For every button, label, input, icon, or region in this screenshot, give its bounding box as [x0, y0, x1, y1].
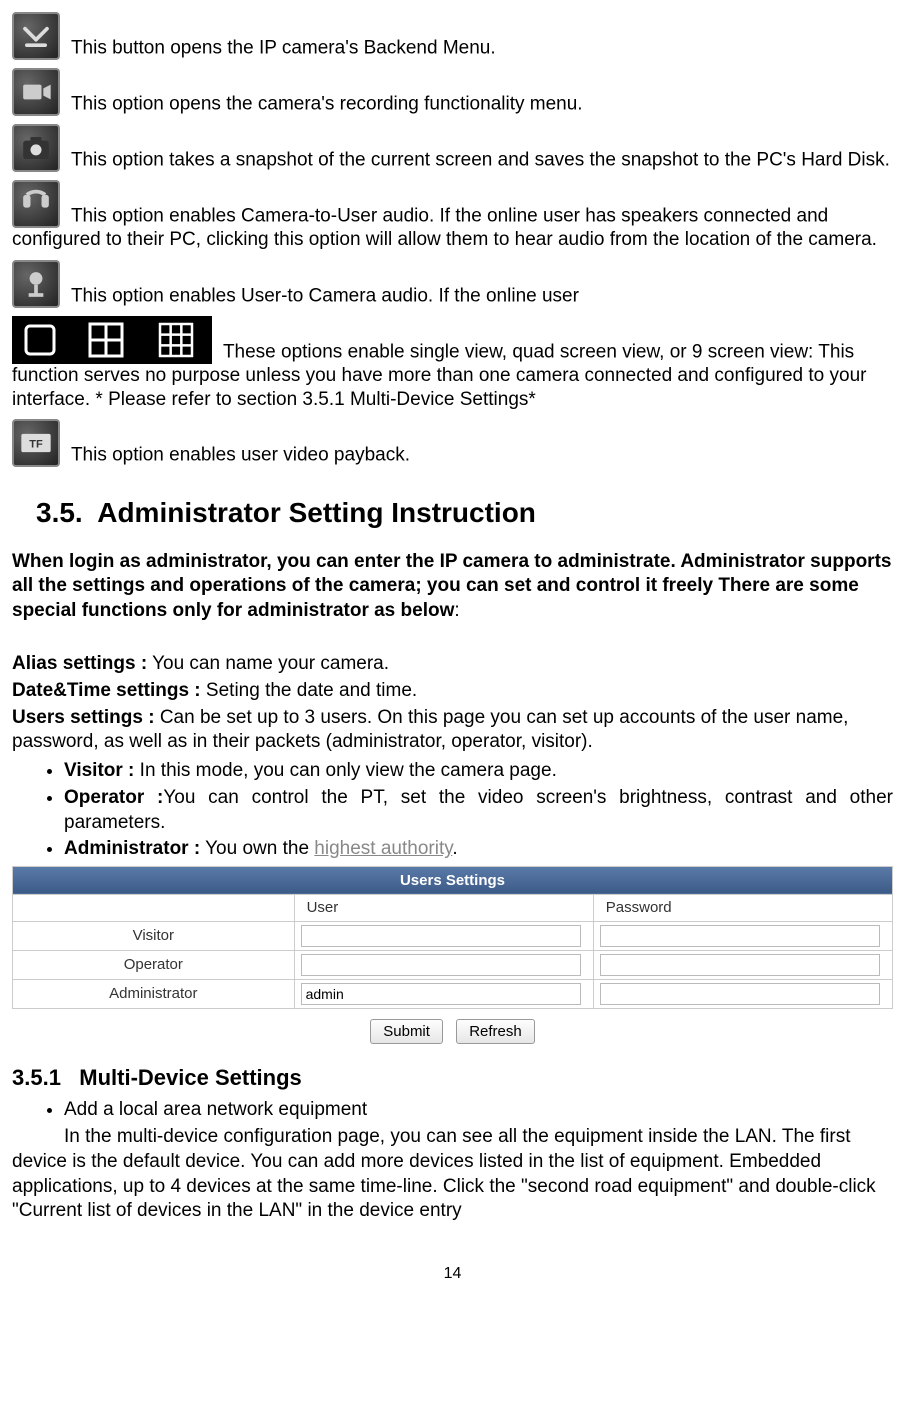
alias-label: Alias settings : — [12, 653, 147, 674]
svg-text:TF: TF — [29, 439, 43, 451]
audio-cam2user-icon — [12, 180, 60, 228]
page-number: 14 — [12, 1264, 893, 1285]
backend-menu-icon — [12, 12, 60, 60]
multi-device-body: In the multi-device configuration page, … — [12, 1125, 893, 1224]
admin-text: You own the — [200, 838, 314, 859]
refresh-button[interactable]: Refresh — [456, 1019, 535, 1044]
operator-password-input[interactable] — [600, 954, 880, 976]
section-number: 3.5. — [36, 497, 83, 528]
video-payback-icon: TF — [12, 419, 60, 467]
role-cell: Visitor — [13, 921, 295, 950]
operator-text: You can control the PT, set the video sc… — [64, 787, 893, 833]
subsection-list: Add a local area network equipment — [12, 1098, 893, 1123]
visitor-label: Visitor : — [64, 760, 134, 781]
admin-label: Administrator : — [64, 838, 200, 859]
section-title: Administrator Setting Instruction — [97, 497, 536, 528]
operator-user-input[interactable] — [301, 954, 581, 976]
admin-highest-authority: highest authority — [314, 838, 452, 859]
col-user: User — [294, 895, 593, 922]
video-payback-text: This option enables user video payback. — [71, 445, 410, 466]
role-cell: Administrator — [13, 979, 295, 1008]
users-settings-table: Users Settings User Password Visitor Ope… — [12, 866, 893, 1044]
operator-label: Operator : — [64, 787, 163, 808]
roles-list: Visitor : In this mode, you can only vie… — [12, 759, 893, 862]
recording-icon — [12, 68, 60, 116]
section-heading: 3.5. Administrator Setting Instruction — [36, 495, 893, 531]
table-row: Administrator — [13, 979, 893, 1008]
visitor-user-input[interactable] — [301, 925, 581, 947]
list-item: Add a local area network equipment — [64, 1098, 893, 1123]
subsection-heading: 3.5.1 Multi-Device Settings — [12, 1064, 893, 1093]
audio-user2cam-text: This option enables User-to Camera audio… — [71, 285, 579, 306]
add-lan-equipment: Add a local area network equipment — [64, 1099, 367, 1120]
users-label: Users settings : — [12, 707, 155, 728]
audio-cam2user-text: This option enables Camera-to-User audio… — [12, 205, 877, 250]
subsection-title: Multi-Device Settings — [79, 1065, 301, 1090]
recording-text: This option opens the camera's recording… — [71, 93, 583, 114]
snapshot-text: This option takes a snapshot of the curr… — [71, 149, 890, 170]
table-row: Visitor — [13, 921, 893, 950]
admin-intro: When login as administrator, you can ent… — [12, 551, 891, 621]
table-row: Operator — [13, 950, 893, 979]
list-item: Visitor : In this mode, you can only vie… — [64, 759, 893, 784]
list-item: Operator :You can control the PT, set th… — [64, 786, 893, 835]
alias-text: You can name your camera. — [147, 653, 389, 674]
table-title: Users Settings — [13, 866, 893, 895]
admin-user-input[interactable] — [301, 983, 581, 1005]
audio-user2cam-icon — [12, 260, 60, 308]
col-password: Password — [593, 895, 892, 922]
submit-button[interactable]: Submit — [370, 1019, 443, 1044]
snapshot-icon — [12, 124, 60, 172]
subsection-number: 3.5.1 — [12, 1065, 61, 1090]
admin-password-input[interactable] — [600, 983, 880, 1005]
visitor-text: In this mode, you can only view the came… — [134, 760, 556, 781]
visitor-password-input[interactable] — [600, 925, 880, 947]
datetime-text: Seting the date and time. — [201, 680, 418, 701]
datetime-label: Date&Time settings : — [12, 680, 201, 701]
role-cell: Operator — [13, 950, 295, 979]
backend-menu-text: This button opens the IP camera's Backen… — [71, 37, 496, 58]
view-mode-icons — [12, 316, 212, 364]
list-item: Administrator : You own the highest auth… — [64, 837, 893, 862]
